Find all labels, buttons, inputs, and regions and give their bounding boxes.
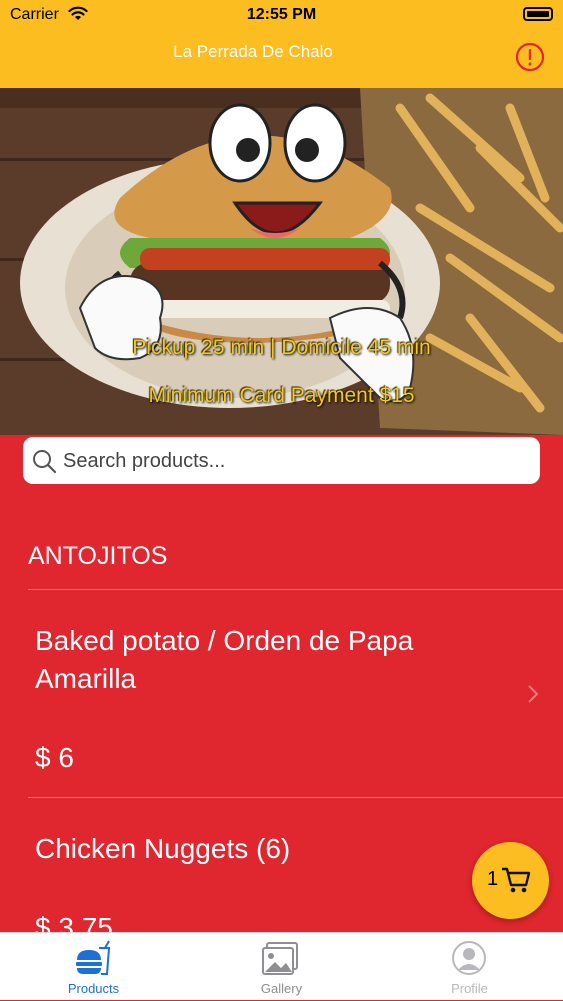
category-title: ANTOJITOS bbox=[28, 542, 168, 570]
tab-label: Gallery bbox=[260, 981, 303, 996]
chevron-right-icon bbox=[528, 685, 539, 703]
divider bbox=[28, 797, 563, 798]
cart-count: 1 bbox=[487, 868, 499, 890]
fast-food-icon bbox=[76, 940, 111, 975]
search-placeholder: Search products... bbox=[63, 450, 226, 472]
tab-products[interactable]: Products bbox=[0, 933, 187, 1001]
product-price: $ 6 bbox=[35, 742, 74, 773]
page-title: La Perrada De Chalo bbox=[173, 42, 333, 61]
cart-button[interactable]: 1 bbox=[472, 842, 549, 919]
tab-label: Products bbox=[67, 981, 120, 996]
delivery-times-text: Pickup 25 min | Domicile 45 min bbox=[132, 336, 431, 359]
divider bbox=[28, 589, 563, 590]
status-bar: Carrier 12:55 PM bbox=[0, 0, 563, 30]
exclamation-circle-icon[interactable] bbox=[515, 42, 545, 72]
tab-gallery[interactable]: Gallery bbox=[188, 933, 375, 1001]
user-circle-icon bbox=[452, 941, 486, 975]
product-name: Baked potato / Orden de Papa Amarilla bbox=[35, 625, 414, 694]
product-name: Chicken Nuggets (6) bbox=[35, 833, 291, 864]
tab-label: Profile bbox=[451, 981, 488, 996]
search-input[interactable]: Search products... bbox=[23, 437, 540, 484]
gallery-icon bbox=[262, 942, 298, 975]
tab-profile[interactable]: Profile bbox=[376, 933, 563, 1001]
hero-banner: Pickup 25 min | Domicile 45 min Minimum … bbox=[0, 88, 563, 435]
clock: 12:55 PM bbox=[246, 6, 317, 23]
shopping-cart-icon bbox=[502, 867, 531, 893]
nav-bar: La Perrada De Chalo bbox=[0, 30, 563, 88]
battery-icon bbox=[523, 7, 553, 21]
minimum-payment-text: Minimum Card Payment $15 bbox=[148, 384, 415, 407]
tab-bar: Products Gallery Profile bbox=[0, 932, 563, 1000]
burger-mascot-image bbox=[0, 88, 563, 435]
search-icon bbox=[33, 450, 56, 473]
